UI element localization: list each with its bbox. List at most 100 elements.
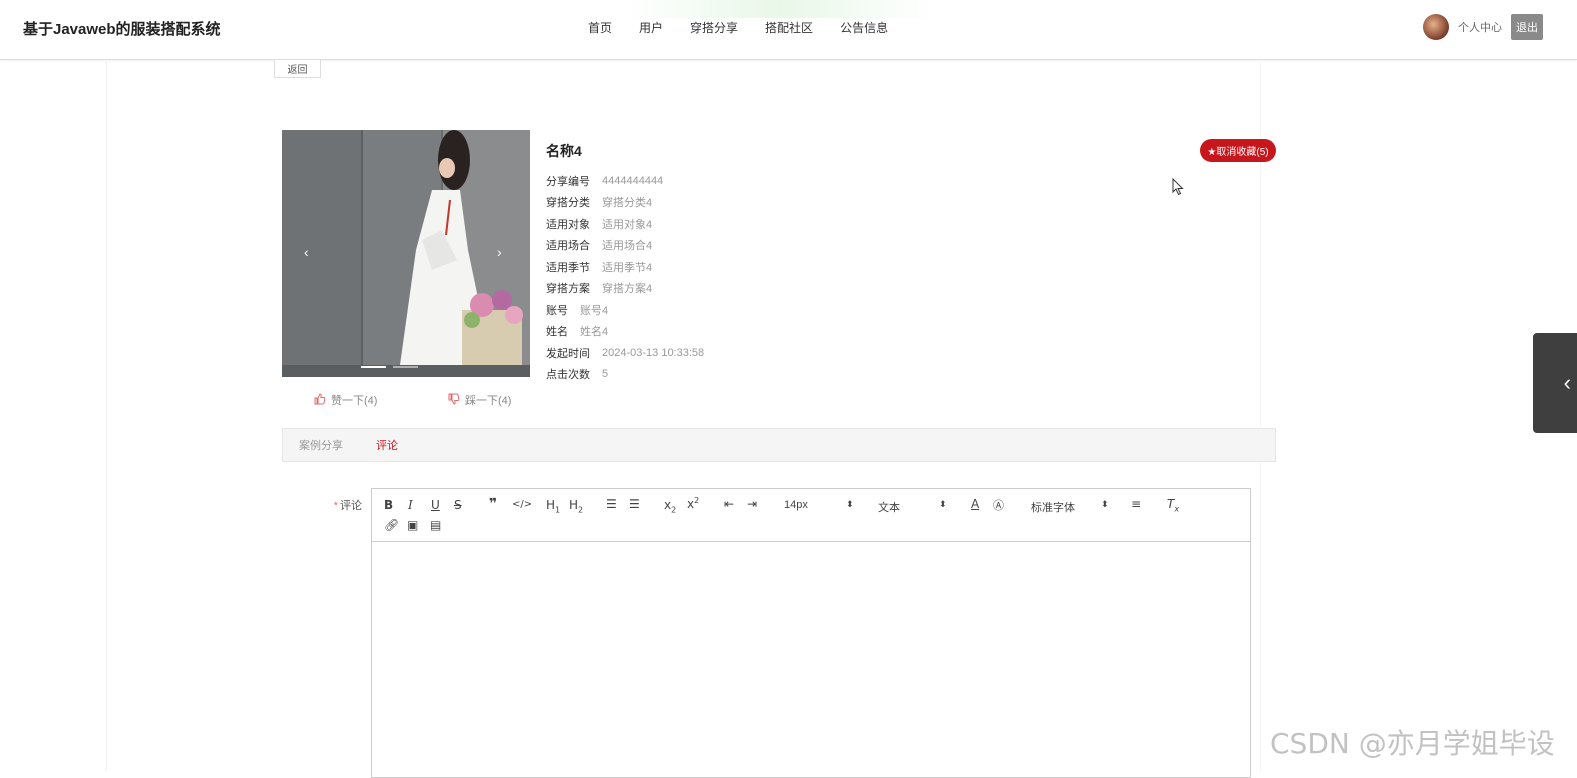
info-value: 适用场合4 <box>602 240 653 253</box>
info-row: 分享编号 4444444444 <box>546 170 704 192</box>
nav-item-outfit-share[interactable]: 穿搭分享 <box>690 19 738 36</box>
info-row: 适用对象 适用对象4 <box>546 213 704 235</box>
avatar[interactable] <box>1423 14 1449 40</box>
like-label: 赞一下(4) <box>331 395 378 407</box>
carousel-next-icon[interactable]: › <box>497 244 502 260</box>
nav-item-notice[interactable]: 公告信息 <box>840 19 888 36</box>
block-type-select[interactable]: 文本 <box>878 499 900 515</box>
font-family-caret-icon: ⬍ <box>1101 499 1109 509</box>
editor-toolbar: B I U S ❞ </> H1 H2 ☰ ☰ x2 x2 ⇤ ⇥ 14px ⬍… <box>372 489 1250 542</box>
tab-case-share[interactable]: 案例分享 <box>299 437 343 453</box>
side-collapse-tab[interactable]: ‹ <box>1533 333 1577 433</box>
mouse-cursor-icon <box>1172 177 1184 201</box>
thumb-up-icon <box>314 392 326 408</box>
clear-format-icon[interactable]: Tx <box>1167 497 1179 513</box>
carousel-dot[interactable] <box>361 366 386 368</box>
thumb-down-icon <box>448 393 460 408</box>
editor-content-area[interactable] <box>372 542 1250 778</box>
detail-tabs: 案例分享 评论 <box>282 428 1276 462</box>
info-value: 2024-03-13 10:33:58 <box>602 346 705 359</box>
dislike-button[interactable]: 踩一下(4) <box>448 392 511 408</box>
tab-comments[interactable]: 评论 <box>376 437 398 453</box>
rich-text-editor: B I U S ❞ </> H1 H2 ☰ ☰ x2 x2 ⇤ ⇥ 14px ⬍… <box>371 488 1251 778</box>
indent-icon[interactable]: ⇥ <box>747 497 757 511</box>
info-row: 姓名 姓名4 <box>546 321 704 343</box>
info-key: 账号 <box>546 304 568 317</box>
info-value: 账号4 <box>580 304 609 317</box>
carousel-dot[interactable] <box>393 366 418 368</box>
info-key: 适用季节 <box>546 261 590 274</box>
info-value: 穿搭分类4 <box>602 197 653 210</box>
nav-item-home[interactable]: 首页 <box>588 19 612 36</box>
subscript-icon[interactable]: x2 <box>664 498 676 514</box>
block-type-caret-icon: ⬍ <box>939 499 947 509</box>
font-color-icon[interactable]: A <box>971 497 979 511</box>
info-value: 适用对象4 <box>602 218 653 231</box>
image-carousel[interactable]: ‹ › <box>282 130 530 377</box>
info-key: 适用场合 <box>546 240 590 253</box>
bold-icon[interactable]: B <box>384 498 393 512</box>
ordered-list-icon[interactable]: ☰ <box>606 497 617 511</box>
info-value: 穿搭方案4 <box>602 283 653 296</box>
font-size-caret-icon: ⬍ <box>846 499 854 509</box>
info-list: 分享编号 4444444444 穿搭分类 穿搭分类4 适用对象 适用对象4 适用场合适… <box>546 170 704 385</box>
code-block-icon[interactable]: </> <box>512 499 532 510</box>
link-icon[interactable]: 🔗︎ <box>384 518 399 532</box>
font-size-select[interactable]: 14px <box>784 499 808 511</box>
nav-item-community[interactable]: 搭配社区 <box>765 19 813 36</box>
watermark: CSDN @亦月学姐毕设 <box>1270 727 1555 760</box>
italic-icon[interactable]: I <box>408 498 413 512</box>
info-key: 穿搭分类 <box>546 197 590 210</box>
underline-icon[interactable]: U <box>431 498 440 512</box>
logout-button[interactable]: 退出 <box>1511 14 1543 40</box>
user-area: 个人中心 退出 <box>1423 14 1543 40</box>
info-row: 账号 账号4 <box>546 299 704 321</box>
blockquote-icon[interactable]: ❞ <box>489 496 497 512</box>
bullet-list-icon[interactable]: ☰ <box>629 497 640 511</box>
video-icon[interactable]: ▤ <box>430 518 441 532</box>
item-title: 名称4 <box>546 143 582 159</box>
main-nav: 首页 用户 穿搭分享 搭配社区 公告信息 <box>588 19 915 36</box>
toast-remnant <box>625 0 935 18</box>
strikethrough-icon[interactable]: S <box>454 498 462 512</box>
dislike-label: 踩一下(4) <box>465 395 512 407</box>
background-color-icon[interactable]: Ⓐ <box>993 497 1004 513</box>
comment-label-text: 评论 <box>340 500 362 512</box>
font-family-select[interactable]: 标准字体 <box>1031 499 1075 515</box>
info-row: 发起时间 2024-03-13 10:33:58 <box>546 342 704 364</box>
outdent-icon[interactable]: ⇤ <box>724 497 734 511</box>
carousel-indicators <box>361 366 425 368</box>
like-button[interactable]: 赞一下(4) <box>314 392 377 408</box>
back-button[interactable]: 返回 <box>274 60 321 78</box>
top-header: 基于Javaweb的服装搭配系统 首页 用户 穿搭分享 搭配社区 公告信息 个人… <box>0 0 1577 60</box>
info-row: 点击次数 5 <box>546 364 704 386</box>
info-key: 点击次数 <box>546 369 590 382</box>
header1-icon[interactable]: H1 <box>546 498 560 514</box>
comment-label: * 评论 <box>320 497 362 513</box>
carousel-prev-icon[interactable]: ‹ <box>304 244 309 260</box>
outfit-photo <box>282 130 530 377</box>
info-value: 4444444444 <box>602 174 664 187</box>
superscript-icon[interactable]: x2 <box>687 496 699 511</box>
info-key: 适用对象 <box>546 218 590 231</box>
image-icon[interactable]: ▣ <box>407 518 418 532</box>
site-logo[interactable]: 基于Javaweb的服装搭配系统 <box>23 18 221 39</box>
header2-icon[interactable]: H2 <box>569 498 583 514</box>
info-row: 穿搭方案 穿搭方案4 <box>546 278 704 300</box>
info-key: 姓名 <box>546 326 568 339</box>
info-key: 分享编号 <box>546 175 590 188</box>
unfavorite-button[interactable]: ★取消收藏(5) <box>1200 139 1276 162</box>
info-key: 穿搭方案 <box>546 283 590 296</box>
required-mark: * <box>333 500 338 512</box>
info-key: 发起时间 <box>546 347 590 360</box>
info-row: 适用季节 适用季节4 <box>546 256 704 278</box>
info-value: 5 <box>602 368 609 381</box>
align-icon[interactable]: ≡ <box>1131 497 1141 511</box>
info-value: 适用季节4 <box>602 261 653 274</box>
chevron-left-icon: ‹ <box>1563 370 1571 395</box>
info-row: 穿搭分类 穿搭分类4 <box>546 192 704 214</box>
info-row: 适用场合 适用场合4 <box>546 235 704 257</box>
nav-item-users[interactable]: 用户 <box>639 19 663 36</box>
info-value: 姓名4 <box>580 326 609 339</box>
user-center-link[interactable]: 个人中心 <box>1458 19 1502 35</box>
